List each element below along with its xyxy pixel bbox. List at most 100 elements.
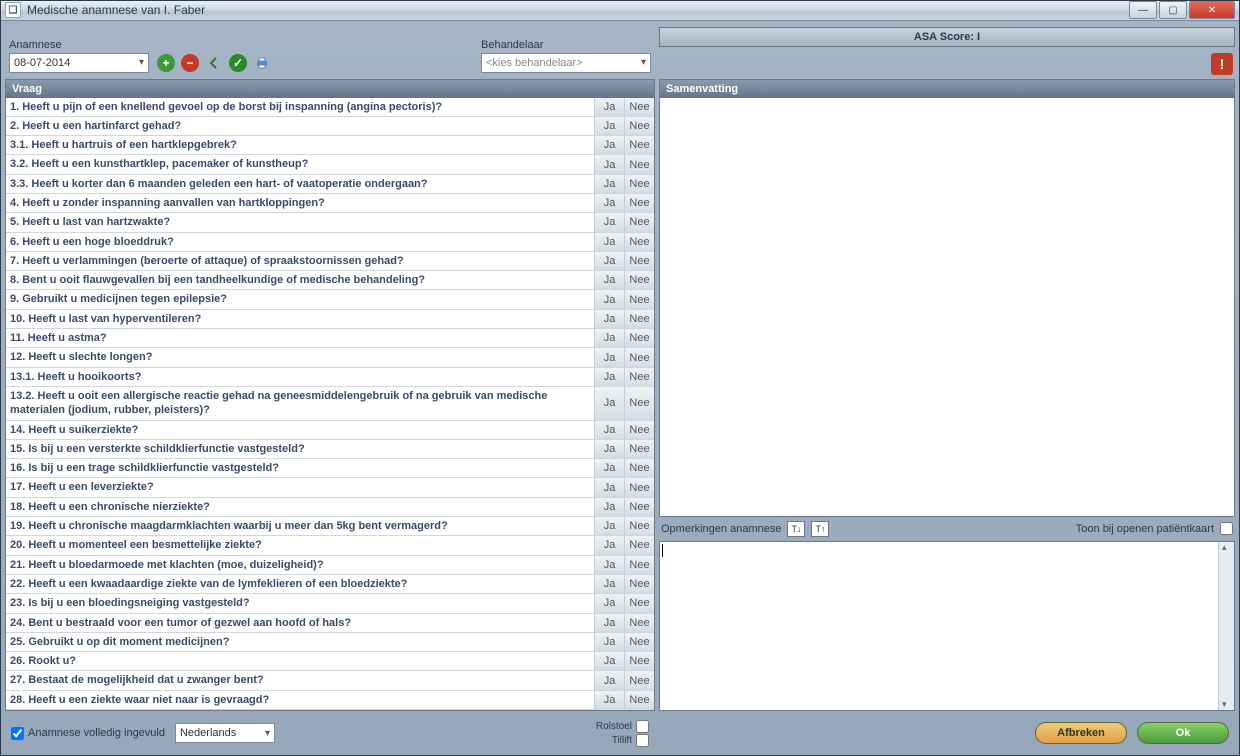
remove-icon[interactable]: − [181,54,199,72]
answer-yes[interactable]: Ja [594,459,624,477]
answer-no[interactable]: Nee [624,271,654,289]
anamnese-complete-checkbox[interactable]: Anamnese volledig ingevuld [11,727,165,740]
date-value: 08-07-2014 [14,57,70,69]
question-text: 13.1. Heeft u hooikoorts? [6,368,594,386]
question-row: 23. Is bij u een bloedingsneiging vastge… [6,594,654,613]
answer-no[interactable]: Nee [624,348,654,366]
answer-yes[interactable]: Ja [594,194,624,212]
question-text: 19. Heeft u chronische maagdarmklachten … [6,517,594,535]
answer-no[interactable]: Nee [624,633,654,651]
ok-button[interactable]: Ok [1137,722,1229,744]
text-smaller-icon[interactable]: T↓ [787,521,805,537]
answer-yes[interactable]: Ja [594,175,624,193]
answer-no[interactable]: Nee [624,691,654,709]
answer-no[interactable]: Nee [624,194,654,212]
answer-no[interactable]: Nee [624,329,654,347]
answer-yes[interactable]: Ja [594,213,624,231]
answer-no[interactable]: Nee [624,517,654,535]
answer-no[interactable]: Nee [624,498,654,516]
answer-yes[interactable]: Ja [594,290,624,308]
check-icon[interactable]: ✓ [229,54,247,72]
question-text: 12. Heeft u slechte longen? [6,348,594,366]
answer-no[interactable]: Nee [624,671,654,689]
answer-no[interactable]: Nee [624,310,654,328]
answer-yes[interactable]: Ja [594,136,624,154]
answer-yes[interactable]: Ja [594,421,624,439]
tillift-checkbox[interactable] [636,734,649,747]
answer-no[interactable]: Nee [624,536,654,554]
show-on-open-checkbox[interactable] [1220,522,1233,535]
answer-no[interactable]: Nee [624,556,654,574]
answer-no[interactable]: Nee [624,252,654,270]
question-row: 18. Heeft u een chronische nierziekte?Ja… [6,498,654,517]
question-text: 23. Is bij u een bloedingsneiging vastge… [6,594,594,612]
answer-no[interactable]: Nee [624,136,654,154]
answer-no[interactable]: Nee [624,614,654,632]
answer-yes[interactable]: Ja [594,556,624,574]
answer-yes[interactable]: Ja [594,155,624,173]
answer-no[interactable]: Nee [624,290,654,308]
answer-yes[interactable]: Ja [594,517,624,535]
question-text: 24. Bent u bestraald voor een tumor of g… [6,614,594,632]
answer-yes[interactable]: Ja [594,633,624,651]
answer-no[interactable]: Nee [624,421,654,439]
answer-no[interactable]: Nee [624,440,654,458]
left-toolbar: Anamnese 08-07-2014 + − ✓ [5,25,655,75]
rolstoel-checkbox[interactable] [636,720,649,733]
minimize-button[interactable]: — [1129,1,1157,19]
question-text: 28. Heeft u een ziekte waar niet naar is… [6,691,594,709]
answer-no[interactable]: Nee [624,117,654,135]
cancel-button[interactable]: Afbreken [1035,722,1127,744]
answer-no[interactable]: Nee [624,175,654,193]
answer-no[interactable]: Nee [624,155,654,173]
answer-yes[interactable]: Ja [594,614,624,632]
answer-yes[interactable]: Ja [594,348,624,366]
answer-no[interactable]: Nee [624,213,654,231]
remarks-textarea[interactable] [659,541,1235,712]
answer-yes[interactable]: Ja [594,691,624,709]
question-text: 21. Heeft u bloedarmoede met klachten (m… [6,556,594,574]
answer-yes[interactable]: Ja [594,536,624,554]
date-combo[interactable]: 08-07-2014 [9,53,149,73]
answer-yes[interactable]: Ja [594,387,624,420]
behandelaar-combo[interactable]: <kies behandelaar> [481,53,651,73]
answer-yes[interactable]: Ja [594,368,624,386]
answer-yes[interactable]: Ja [594,98,624,116]
print-icon[interactable] [253,54,271,72]
answer-yes[interactable]: Ja [594,498,624,516]
answer-no[interactable]: Nee [624,387,654,420]
language-combo[interactable]: Nederlands [175,723,275,743]
answer-no[interactable]: Nee [624,594,654,612]
answer-yes[interactable]: Ja [594,233,624,251]
answer-no[interactable]: Nee [624,575,654,593]
answer-yes[interactable]: Ja [594,252,624,270]
maximize-button[interactable]: ▢ [1159,1,1187,19]
answer-yes[interactable]: Ja [594,440,624,458]
rolstoel-label: Rolstoel [596,721,632,732]
answer-yes[interactable]: Ja [594,671,624,689]
add-icon[interactable]: + [157,54,175,72]
answer-no[interactable]: Nee [624,459,654,477]
answer-yes[interactable]: Ja [594,117,624,135]
close-button[interactable]: ✕ [1189,1,1235,19]
question-row: 5. Heeft u last van hartzwakte?JaNee [6,213,654,232]
answer-yes[interactable]: Ja [594,329,624,347]
answer-no[interactable]: Nee [624,368,654,386]
answer-no[interactable]: Nee [624,98,654,116]
text-larger-icon[interactable]: T↑ [811,521,829,537]
answer-no[interactable]: Nee [624,652,654,670]
behandelaar-label: Behandelaar [481,39,651,51]
answer-yes[interactable]: Ja [594,652,624,670]
prev-icon[interactable] [205,54,223,72]
answer-no[interactable]: Nee [624,478,654,496]
answer-yes[interactable]: Ja [594,575,624,593]
answer-no[interactable]: Nee [624,233,654,251]
answer-yes[interactable]: Ja [594,478,624,496]
answer-yes[interactable]: Ja [594,310,624,328]
anamnese-complete-input[interactable] [11,727,24,740]
question-row: 16. Is bij u een trage schildklierfuncti… [6,459,654,478]
alert-icon[interactable]: ! [1211,53,1233,75]
scrollbar[interactable] [1218,542,1234,711]
answer-yes[interactable]: Ja [594,594,624,612]
answer-yes[interactable]: Ja [594,271,624,289]
